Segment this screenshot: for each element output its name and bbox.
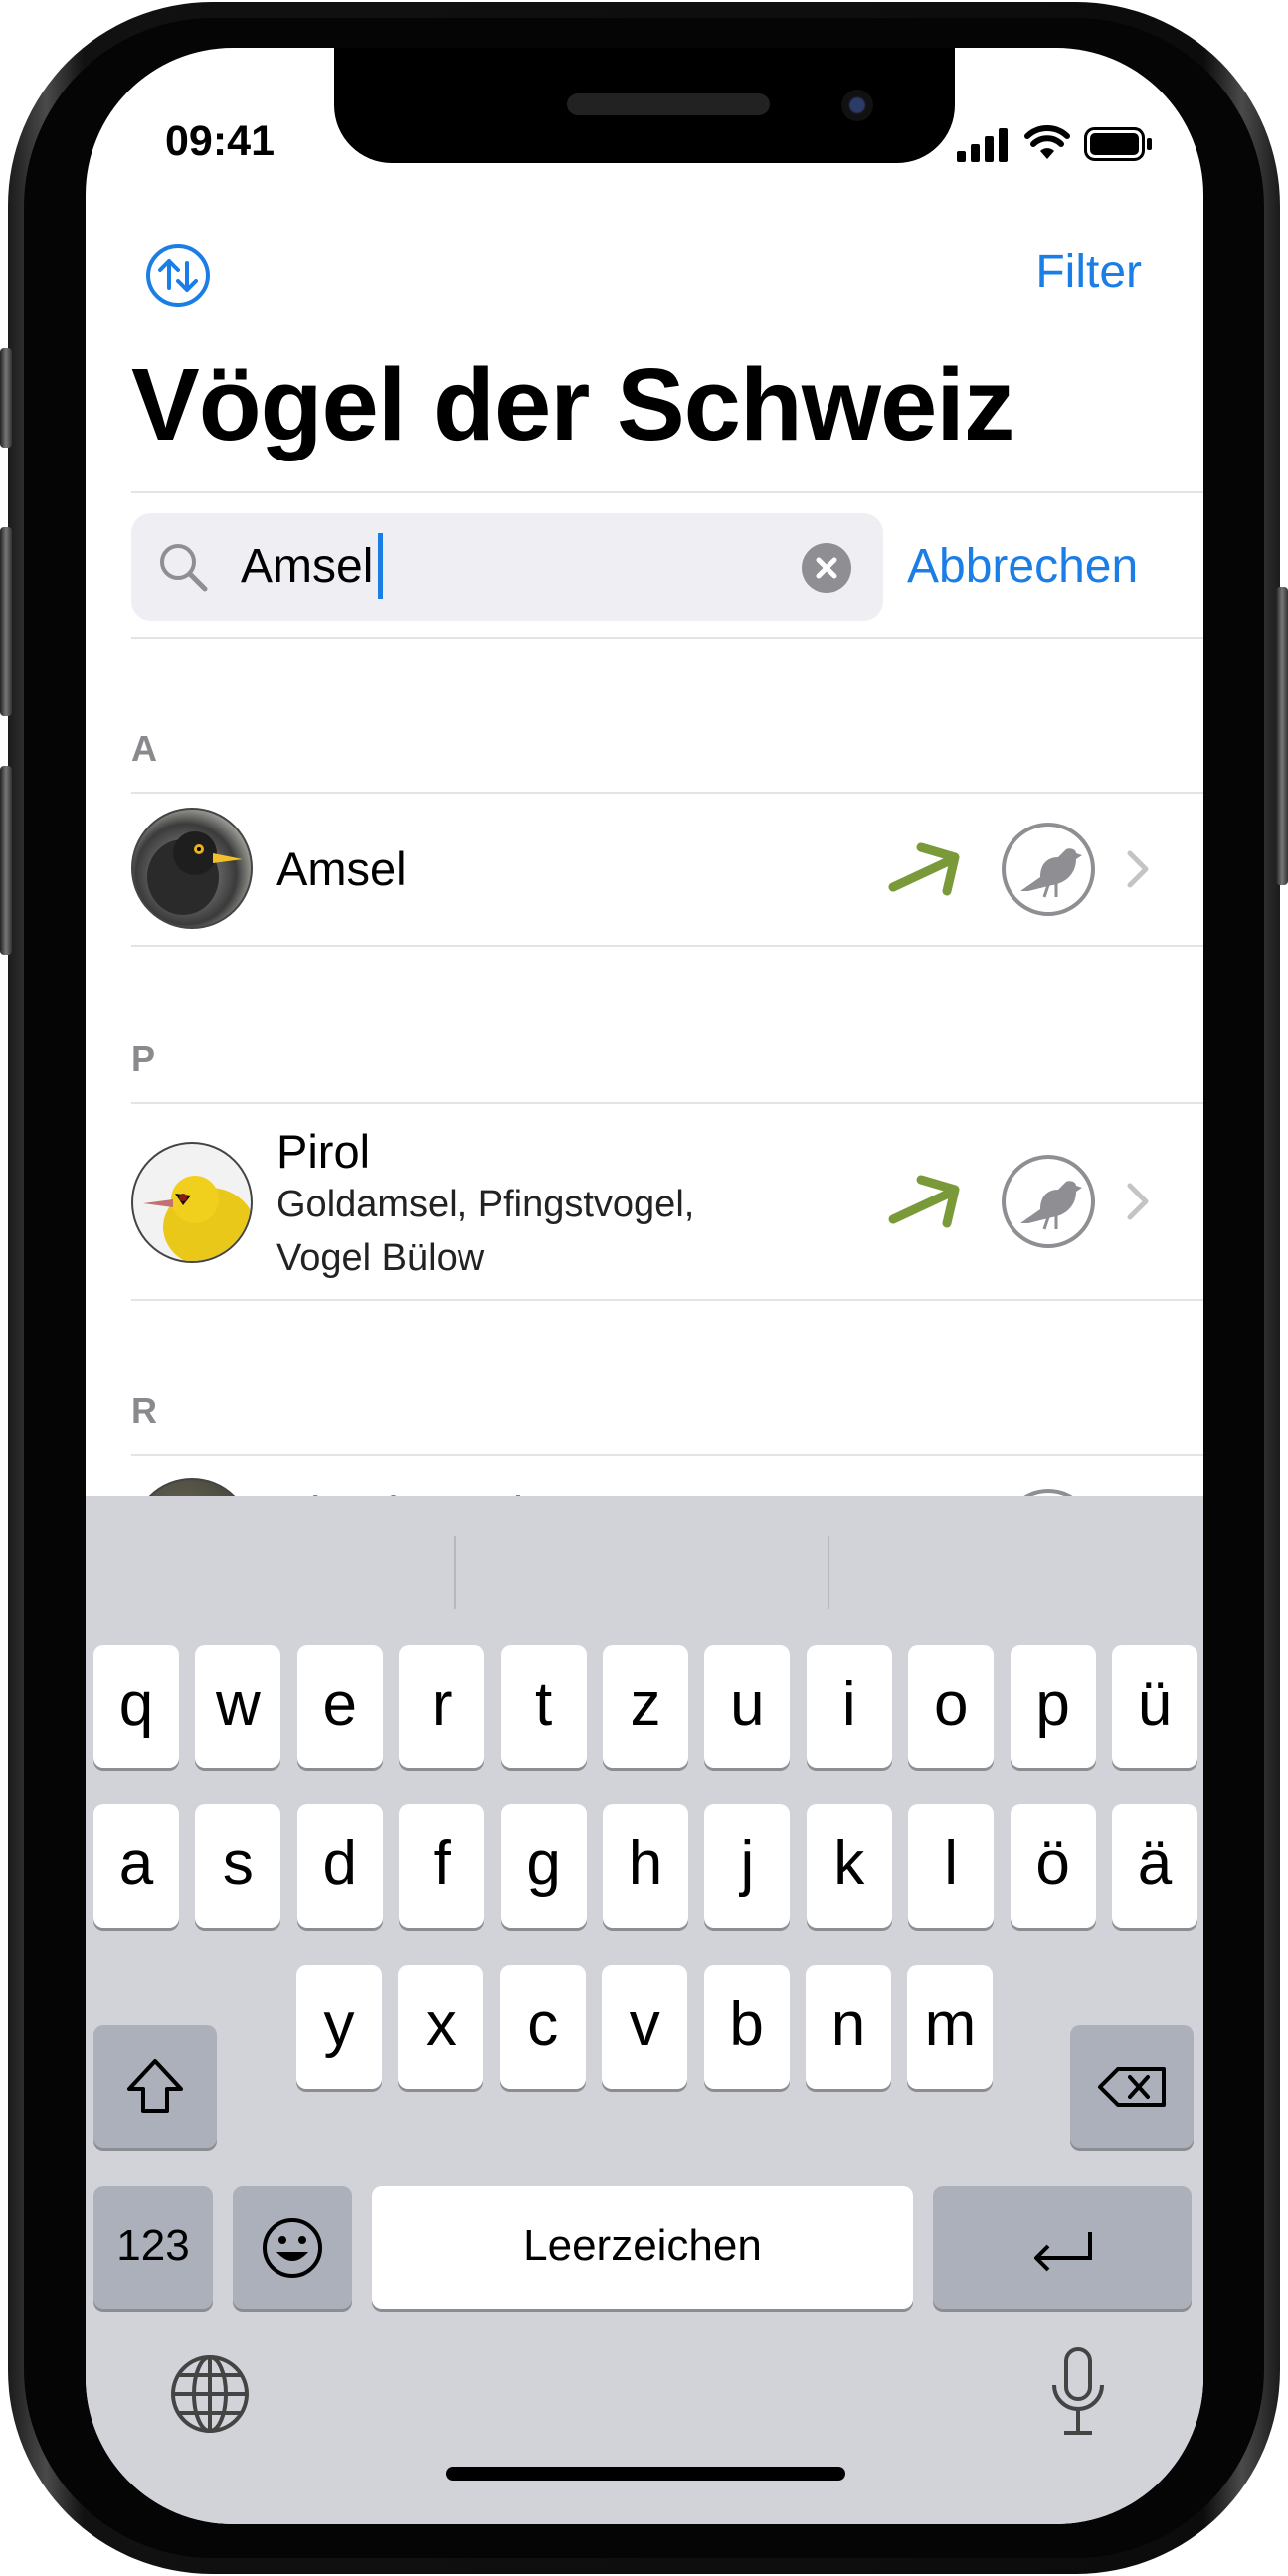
bird-alias-line: Goldamsel, Pfingstvogel, bbox=[276, 1184, 695, 1225]
key-f[interactable]: f bbox=[399, 1804, 485, 1928]
chevron-right-icon bbox=[1127, 1183, 1149, 1220]
phone-screen: 09:41 Filter Vögel der Schweiz Amsel Abb… bbox=[86, 48, 1203, 2524]
key-l[interactable]: l bbox=[908, 1804, 995, 1928]
space-key[interactable]: Leerzeichen bbox=[372, 2186, 913, 2309]
list-item-amsel[interactable]: Amsel bbox=[86, 794, 1203, 945]
emoji-key[interactable] bbox=[233, 2186, 352, 2309]
bird-alias-line: Vogel Bülow bbox=[276, 1237, 485, 1279]
key-i[interactable]: i bbox=[806, 1645, 892, 1768]
text-cursor bbox=[378, 533, 383, 599]
key-b[interactable]: b bbox=[703, 1965, 790, 2089]
key-s[interactable]: s bbox=[195, 1804, 281, 1928]
key-r[interactable]: r bbox=[399, 1645, 485, 1768]
key-w[interactable]: w bbox=[195, 1645, 281, 1768]
chevron-right-icon bbox=[1127, 850, 1149, 888]
key-t[interactable]: t bbox=[500, 1645, 587, 1768]
key-ö[interactable]: ö bbox=[1010, 1804, 1096, 1928]
divider bbox=[131, 491, 1203, 493]
key-e[interactable]: e bbox=[296, 1645, 383, 1768]
bird-sound-icon[interactable] bbox=[1001, 1154, 1096, 1249]
keyboard: qwertzuiopü asdfghjklöä yxcvbnm 123 Leer… bbox=[86, 1496, 1203, 2524]
microphone-icon[interactable] bbox=[1046, 2345, 1110, 2441]
key-p[interactable]: p bbox=[1010, 1645, 1096, 1768]
list-item-pirol[interactable]: Pirol Goldamsel, Pfingstvogel, Vogel Bül… bbox=[86, 1104, 1203, 1299]
key-h[interactable]: h bbox=[603, 1804, 688, 1928]
key-y[interactable]: y bbox=[296, 1965, 382, 2089]
return-icon bbox=[1034, 2232, 1092, 2272]
volume-up-button bbox=[0, 527, 12, 716]
key-z[interactable]: z bbox=[603, 1645, 688, 1768]
suggestion-divider bbox=[454, 1536, 456, 1609]
home-indicator bbox=[446, 2467, 845, 2481]
wifi-icon bbox=[1024, 125, 1070, 159]
cancel-button[interactable]: Abbrechen bbox=[907, 539, 1138, 594]
key-j[interactable]: j bbox=[704, 1804, 791, 1928]
numbers-key[interactable]: 123 bbox=[93, 2186, 213, 2309]
bird-sound-icon[interactable] bbox=[1001, 822, 1096, 917]
key-m[interactable]: m bbox=[907, 1965, 994, 2089]
speaker bbox=[567, 93, 770, 115]
key-q[interactable]: q bbox=[93, 1645, 179, 1768]
section-header-a: A bbox=[131, 728, 157, 769]
page-title: Vögel der Schweiz bbox=[131, 347, 1014, 461]
key-c[interactable]: c bbox=[499, 1965, 586, 2089]
key-ä[interactable]: ä bbox=[1112, 1804, 1197, 1928]
search-field[interactable]: Amsel bbox=[131, 513, 883, 621]
divider bbox=[131, 637, 1203, 639]
filter-button[interactable]: Filter bbox=[1035, 245, 1142, 299]
bird-photo-pirol bbox=[131, 1142, 253, 1263]
clear-search-icon[interactable] bbox=[802, 543, 851, 593]
divider bbox=[131, 1299, 1203, 1301]
status-time: 09:41 bbox=[165, 117, 275, 165]
key-ü[interactable]: ü bbox=[1112, 1645, 1197, 1768]
search-input[interactable]: Amsel bbox=[241, 539, 373, 594]
key-x[interactable]: x bbox=[398, 1965, 484, 2089]
globe-icon[interactable] bbox=[169, 2353, 251, 2435]
divider bbox=[131, 945, 1203, 947]
key-o[interactable]: o bbox=[908, 1645, 995, 1768]
key-u[interactable]: u bbox=[704, 1645, 791, 1768]
key-g[interactable]: g bbox=[500, 1804, 587, 1928]
section-header-r: R bbox=[131, 1390, 157, 1431]
blackbird-icon bbox=[147, 831, 243, 915]
backspace-key[interactable] bbox=[1070, 2025, 1194, 2148]
bird-name: Amsel bbox=[276, 842, 407, 895]
power-button bbox=[1276, 587, 1288, 885]
return-key[interactable] bbox=[933, 2186, 1192, 2309]
trend-up-arrow-icon bbox=[888, 1175, 960, 1228]
key-d[interactable]: d bbox=[296, 1804, 383, 1928]
key-n[interactable]: n bbox=[806, 1965, 891, 2089]
mute-switch bbox=[0, 348, 12, 448]
search-icon bbox=[160, 544, 208, 592]
bird-name: Pirol bbox=[276, 1125, 371, 1178]
key-v[interactable]: v bbox=[602, 1965, 688, 2089]
bird-photo-amsel bbox=[131, 808, 253, 929]
front-camera bbox=[841, 90, 873, 121]
shift-icon bbox=[127, 2059, 183, 2113]
volume-down-button bbox=[0, 766, 12, 955]
suggestion-divider bbox=[828, 1536, 829, 1609]
section-header-p: P bbox=[131, 1038, 156, 1079]
trend-up-arrow-icon bbox=[888, 842, 960, 896]
backspace-icon bbox=[1098, 2067, 1166, 2107]
key-k[interactable]: k bbox=[806, 1804, 892, 1928]
emoji-icon bbox=[263, 2218, 322, 2278]
battery-icon bbox=[1084, 127, 1152, 161]
cellular-signal-icon bbox=[957, 128, 1008, 162]
sort-toggle-icon[interactable] bbox=[145, 243, 211, 308]
key-a[interactable]: a bbox=[93, 1804, 179, 1928]
shift-key[interactable] bbox=[93, 2025, 217, 2148]
oriole-icon bbox=[143, 1176, 251, 1261]
